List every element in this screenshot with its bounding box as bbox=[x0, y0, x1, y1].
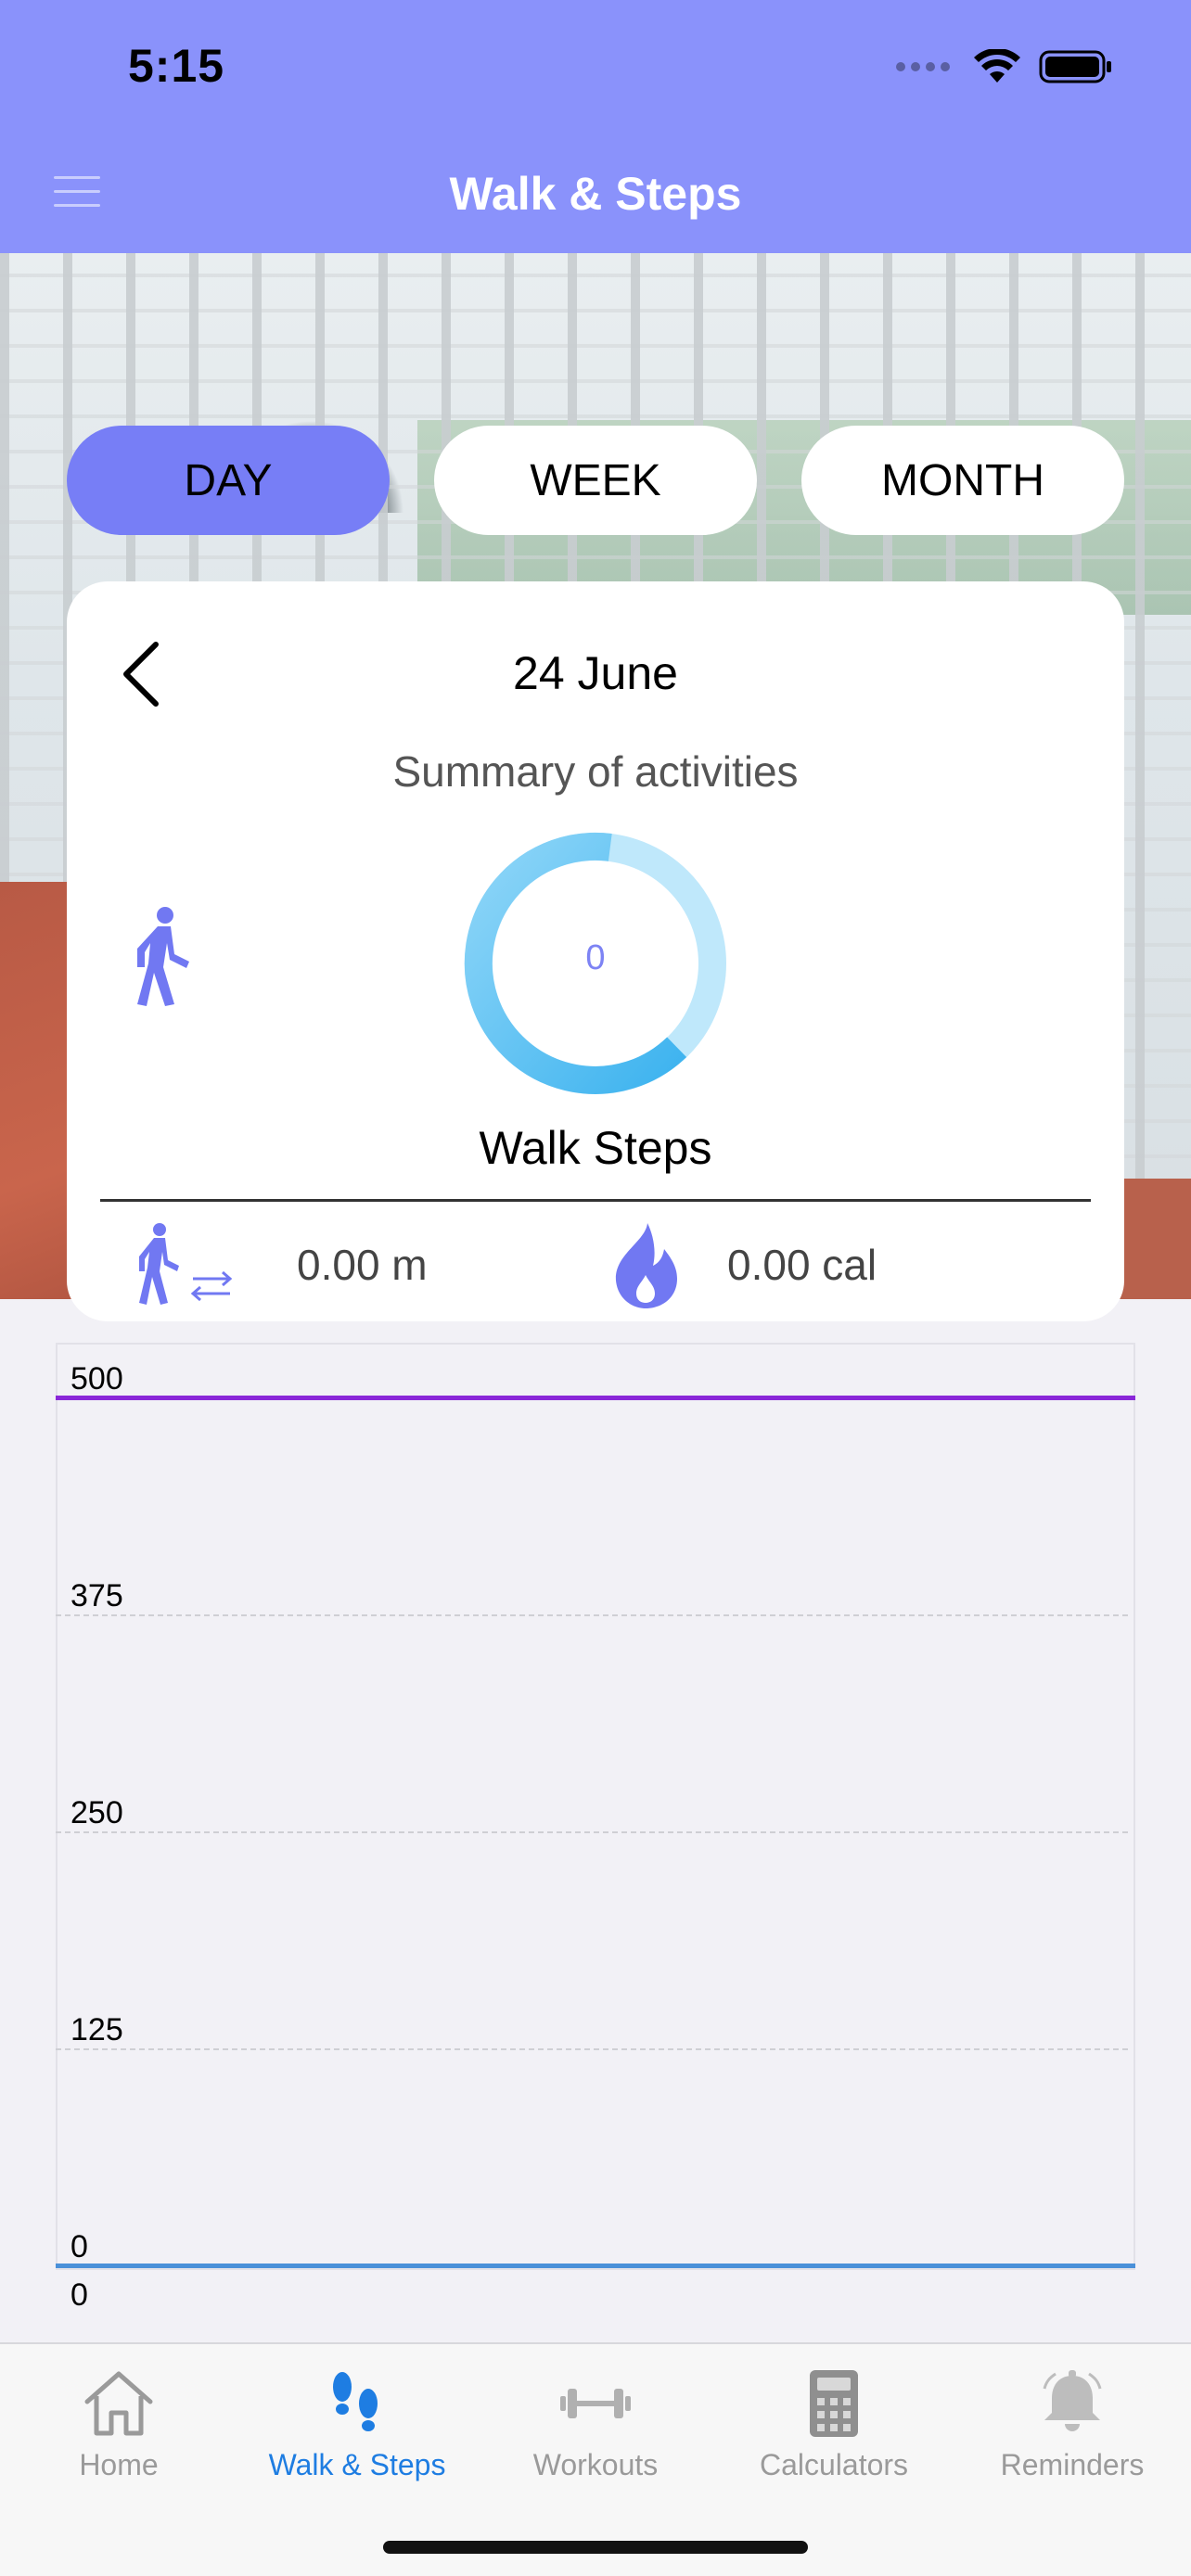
gridline-125 bbox=[56, 2048, 1128, 2050]
y-tick-label: 125 bbox=[70, 2012, 123, 2047]
tab-day[interactable]: DAY bbox=[67, 426, 390, 535]
flame-icon bbox=[615, 1223, 677, 1308]
distance-value: 0.00 m bbox=[297, 1241, 428, 1289]
walk-steps-screen: 5:15 Walk & Steps DAY WEEK MONTH 24 June… bbox=[0, 0, 1191, 2576]
walk-steps-label: Walk Steps bbox=[479, 1122, 712, 1174]
date-label: 24 June bbox=[513, 647, 678, 699]
tab-week[interactable]: WEEK bbox=[434, 426, 757, 535]
summary-subtitle: Summary of activities bbox=[392, 747, 799, 796]
home-icon bbox=[84, 2371, 153, 2436]
status-time: 5:15 bbox=[128, 40, 225, 92]
bell-icon bbox=[1043, 2370, 1102, 2431]
dumbbell-icon bbox=[560, 2389, 631, 2418]
status-icons bbox=[896, 46, 1113, 87]
steps-count: 0 bbox=[585, 938, 606, 977]
wifi-icon bbox=[974, 49, 1020, 83]
page-title: Walk & Steps bbox=[449, 168, 742, 220]
gridline-250 bbox=[56, 1831, 1128, 1833]
home-indicator[interactable] bbox=[383, 2541, 808, 2554]
tab-walk-steps[interactable]: Walk & Steps bbox=[238, 2366, 476, 2506]
x-tick-label: 0 bbox=[70, 2277, 88, 2313]
tab-walk-steps-label: Walk & Steps bbox=[268, 2448, 446, 2481]
tab-home-label: Home bbox=[79, 2448, 159, 2481]
tab-home[interactable]: Home bbox=[0, 2366, 237, 2506]
calories-value: 0.00 cal bbox=[727, 1241, 877, 1289]
tab-reminders[interactable]: Reminders bbox=[954, 2366, 1191, 2506]
y-tick-label: 250 bbox=[70, 1795, 123, 1830]
y-tick-label: 500 bbox=[70, 1361, 123, 1396]
goal-limit-line bbox=[56, 1396, 1135, 1400]
gridline-375 bbox=[56, 1614, 1128, 1616]
calculator-icon bbox=[810, 2370, 858, 2437]
y-tick-label: 375 bbox=[70, 1578, 123, 1613]
cellular-signal-icon bbox=[896, 62, 950, 71]
baseline-series-line bbox=[56, 2264, 1135, 2268]
y-tick-label: 0 bbox=[70, 2229, 88, 2264]
walking-person-icon bbox=[137, 907, 189, 1006]
battery-icon bbox=[1039, 50, 1111, 83]
footsteps-icon bbox=[333, 2372, 378, 2431]
chart-frame bbox=[56, 1343, 1135, 2270]
tab-workouts-label: Workouts bbox=[532, 2448, 659, 2481]
tab-reminders-label: Reminders bbox=[1000, 2448, 1145, 2481]
steps-chart: 500 375 250 125 0 0 bbox=[56, 1343, 1135, 2313]
tab-calculators-label: Calculators bbox=[759, 2448, 909, 2481]
tab-month[interactable]: MONTH bbox=[801, 426, 1124, 535]
top-bar: 5:15 Walk & Steps bbox=[0, 0, 1191, 253]
distance-icon bbox=[139, 1223, 233, 1305]
tab-calculators[interactable]: Calculators bbox=[715, 2366, 953, 2506]
card-divider bbox=[100, 1199, 1091, 1202]
tab-workouts[interactable]: Workouts bbox=[477, 2366, 714, 2506]
summary-card: 24 June Summary of activities 0 Walk Ste… bbox=[67, 581, 1124, 1321]
